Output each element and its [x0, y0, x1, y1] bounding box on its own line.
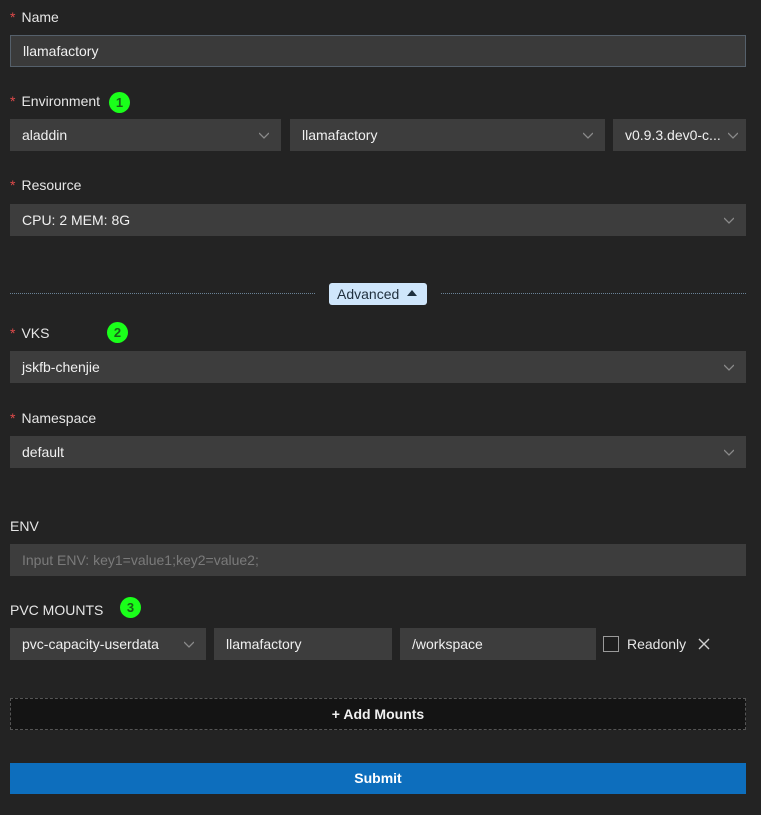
environment-select-version[interactable]: v0.9.3.dev0-c...	[613, 119, 746, 151]
chevron-down-icon	[728, 130, 738, 140]
env-label: ENV	[10, 518, 39, 534]
step-badge-2: 2	[107, 322, 128, 343]
name-label: * Name	[10, 9, 59, 25]
pvc-select[interactable]: pvc-capacity-userdata	[10, 628, 206, 660]
caret-up-icon	[407, 290, 417, 296]
remove-mount-close-icon[interactable]	[697, 637, 711, 651]
env-input[interactable]: Input ENV: key1=value1;key2=value2;	[10, 544, 746, 576]
vks-label: * VKS	[10, 325, 50, 341]
divider-right	[441, 293, 746, 294]
readonly-checkbox[interactable]	[603, 636, 619, 652]
name-input[interactable]: llamafactory	[10, 35, 746, 67]
step-badge-3: 3	[120, 597, 141, 618]
namespace-label: * Namespace	[10, 410, 97, 426]
resource-select[interactable]: CPU: 2 MEM: 8G	[10, 204, 746, 236]
add-mounts-button[interactable]: + Add Mounts	[10, 698, 746, 730]
chevron-down-icon	[724, 215, 734, 225]
pvc-mounts-label: PVC MOUNTS	[10, 602, 104, 618]
divider-left	[10, 293, 315, 294]
environment-label: * Environment	[10, 93, 101, 109]
resource-label: * Resource	[10, 177, 82, 193]
pvc-mountpath-input[interactable]: /workspace	[400, 628, 596, 660]
pvc-subpath-input[interactable]: llamafactory	[214, 628, 392, 660]
chevron-down-icon	[724, 362, 734, 372]
chevron-down-icon	[724, 447, 734, 457]
submit-button[interactable]: Submit	[10, 763, 746, 794]
chevron-down-icon	[184, 639, 194, 649]
chevron-down-icon	[259, 130, 269, 140]
namespace-select[interactable]: default	[10, 436, 746, 468]
environment-select-cluster[interactable]: aladdin	[10, 119, 281, 151]
advanced-toggle-button[interactable]: Advanced	[329, 283, 427, 305]
step-badge-1: 1	[109, 92, 130, 113]
environment-select-image[interactable]: llamafactory	[290, 119, 605, 151]
vks-select[interactable]: jskfb-chenjie	[10, 351, 746, 383]
readonly-label: Readonly	[627, 636, 687, 652]
chevron-down-icon	[583, 130, 593, 140]
